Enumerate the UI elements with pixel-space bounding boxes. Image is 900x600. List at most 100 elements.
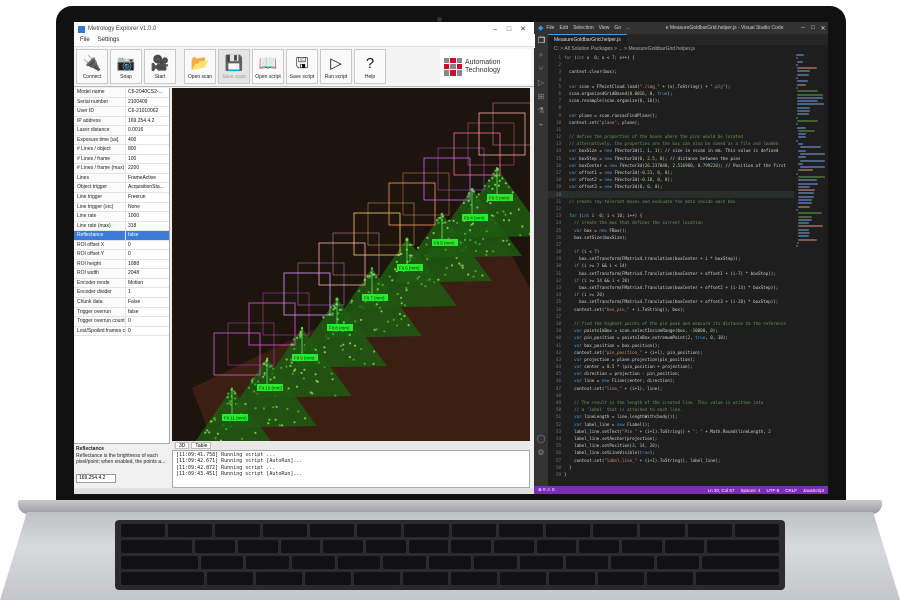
status-item[interactable]: CRLF	[785, 488, 797, 493]
property-row[interactable]: Laser distance 0.0016	[74, 126, 169, 136]
code-line[interactable]: 30 if (i >= 7 && i < 14)	[548, 262, 794, 269]
code-line[interactable]: 36 context.set("box_pin_" + i.ToString()…	[548, 306, 794, 313]
property-row[interactable]: IP address 169.254.4.2	[74, 116, 169, 127]
code-line[interactable]: 25 var box = new FBox();	[548, 227, 794, 234]
code-line[interactable]: 57 context.set("label_line_" + (i+1).ToS…	[548, 457, 794, 464]
tab-3d[interactable]: 3D	[175, 442, 190, 449]
property-row[interactable]: Line trigger (src) None	[74, 202, 169, 213]
menu-file[interactable]: File	[80, 37, 90, 45]
ip-address-field[interactable]: 169.254.4.2	[76, 474, 116, 483]
code-line[interactable]: 35 box.setTransform(FMatrix4.Translation…	[548, 298, 794, 305]
property-row[interactable]: ROI offset X0	[74, 240, 169, 251]
code-line[interactable]: 46 var line = new FLine(center, directio…	[548, 377, 794, 384]
property-value[interactable]: 1000	[126, 212, 169, 221]
connect-button[interactable]: 🔌 Connect	[76, 49, 108, 84]
property-value[interactable]: 100	[126, 155, 169, 164]
property-row[interactable]: Encoder mode Motion	[74, 278, 169, 289]
property-value[interactable]: 400	[126, 136, 169, 145]
code-line[interactable]: 56 label_line.setLineVisible(true);	[548, 449, 794, 456]
vscode-menu-item[interactable]: Go	[614, 25, 621, 31]
code-line[interactable]: 53 label_line.setText("Pin " + (i+1).ToS…	[548, 428, 794, 435]
property-row[interactable]: Serial number 2100409	[74, 97, 169, 108]
code-line[interactable]: 59}	[548, 471, 794, 478]
close-icon[interactable]: ✕	[516, 25, 530, 33]
code-line[interactable]: 55 label_line.setPosition(3, 14, 20);	[548, 442, 794, 449]
code-line[interactable]: 37	[548, 313, 794, 320]
property-row[interactable]: Line rate 1000	[74, 212, 169, 222]
property-value[interactable]: 318	[126, 222, 169, 231]
code-line[interactable]: 32 if (i >= 14 && i < 20)	[548, 277, 794, 284]
code-line[interactable]: 24 // create the box that defines the cu…	[548, 219, 794, 226]
maximize-icon[interactable]: □	[502, 26, 516, 33]
property-row[interactable]: Lost/Spoiled frames count0	[74, 326, 169, 337]
property-row[interactable]: Trigger overrun count 0	[74, 317, 169, 327]
property-row[interactable]: Encoder divider 1	[74, 288, 169, 299]
property-value[interactable]: 2200	[126, 164, 169, 173]
property-row[interactable]: User ID C6-21010062	[74, 107, 169, 117]
code-line[interactable]: 38 // find the highest points of the pin…	[548, 320, 794, 327]
extensions-icon[interactable]: ⊞	[534, 90, 548, 104]
property-value[interactable]: 0	[126, 317, 169, 326]
code-line[interactable]: 6 scan.organizedGridBased(0.0016, 0, tru…	[548, 90, 794, 97]
test-icon[interactable]: ⚗	[534, 104, 548, 118]
menu-settings[interactable]: Settings	[98, 37, 120, 45]
vscode-menu-item[interactable]: Edit	[559, 25, 568, 31]
files-icon[interactable]: ❐	[534, 34, 548, 48]
property-value[interactable]: 1088	[126, 260, 169, 269]
property-value[interactable]: 2048	[126, 269, 169, 278]
code-line[interactable]: 2	[548, 61, 794, 68]
code-line[interactable]: 34 if (i >= 20)	[548, 291, 794, 298]
code-line[interactable]: 31 box.setTransform(FMatrix4.Translation…	[548, 270, 794, 277]
property-value[interactable]: false	[126, 308, 169, 317]
minimize-icon[interactable]: –	[488, 26, 502, 33]
property-row[interactable]: Trigger overrun false	[74, 307, 169, 318]
property-row[interactable]: ROI height 1088	[74, 259, 169, 270]
code-line[interactable]: 52 var label_line = new FLabel();	[548, 421, 794, 428]
property-value[interactable]: 0	[126, 327, 169, 336]
property-value[interactable]: 2100409	[126, 98, 169, 107]
open-script-button[interactable]: 📖 Open script	[252, 49, 284, 84]
property-value[interactable]: AcquisitionSta...	[126, 183, 169, 192]
code-line[interactable]: 45 var direction = projection - pin_posi…	[548, 370, 794, 377]
code-line[interactable]: 5 var scan = FPointCloud.load("./img_" +…	[548, 83, 794, 90]
save-scan-button[interactable]: 💾 Save scan	[218, 49, 250, 84]
code-line[interactable]: 21 // create ray-tolerant boxes and eval…	[548, 198, 794, 205]
property-row[interactable]: # Lines / frame (max) 2200	[74, 164, 169, 174]
code-line[interactable]: 22	[548, 205, 794, 212]
property-value[interactable]: 0.0016	[126, 126, 169, 135]
code-line[interactable]: 23 for (int i 0; i < 10; i++) {	[548, 212, 794, 219]
property-row[interactable]: # Lines / frame 100	[74, 154, 169, 165]
property-value[interactable]: false	[126, 231, 169, 240]
property-value[interactable]: FrameActive	[126, 174, 169, 183]
property-row[interactable]: Exposure time [us] 400	[74, 135, 169, 146]
property-value[interactable]: C6-2040CS2-...	[126, 88, 169, 97]
problems-indicator[interactable]: ⊗ 0 ⚠ 0	[538, 487, 555, 493]
property-row[interactable]: Reflectance false	[74, 231, 169, 241]
code-line[interactable]: 33 box.setTransform(FMatrix4.Translation…	[548, 284, 794, 291]
property-row[interactable]: ROI offset Y0	[74, 250, 169, 260]
code-line[interactable]: 19 var offset3 = new FVector3d(0, 0, 0);	[548, 183, 794, 190]
minimap[interactable]	[796, 54, 826, 486]
code-line[interactable]: 9 var plane = scan.ransacFindPlane();	[548, 112, 794, 119]
property-value[interactable]: Freerun	[126, 193, 169, 202]
status-item[interactable]: UTF-8	[766, 488, 779, 493]
code-line[interactable]: 17 var offset1 = new FVector3d(-0.21, 0,…	[548, 169, 794, 176]
status-item[interactable]: Ln 20, Col 57	[708, 488, 735, 493]
code-line[interactable]: 10 context.set("plane", plane);	[548, 119, 794, 126]
point-cloud-canvas[interactable]: Fit 11 (mm) Fit 10 (mm) Fit 9 (mm) Fit 8 (m…	[172, 88, 530, 441]
settings-icon[interactable]: ⚙	[534, 446, 548, 460]
code-editor[interactable]: 1 for (int x 0; x < 7; x++) {2 3 context.c…	[548, 54, 794, 486]
open-scan-button[interactable]: 📂 Open scan	[184, 49, 216, 84]
code-line[interactable]: 7 scan.resample(scan.organize(0, 16));	[548, 97, 794, 104]
help-button[interactable]: ? Help	[354, 49, 386, 84]
account-icon[interactable]: ◯	[534, 432, 548, 446]
code-line[interactable]: 49 // The result is the length of the cr…	[548, 399, 794, 406]
property-value[interactable]: 1	[126, 288, 169, 297]
breadcrumb[interactable]: C: > All Solution Packages > ... > Measu…	[548, 45, 828, 54]
property-value[interactable]: C6-21010062	[126, 107, 169, 116]
property-row[interactable]: Object trigger AcquisitionSta...	[74, 183, 169, 194]
code-line[interactable]: 39 var pointsInBox = scan.selectInsideRa…	[548, 327, 794, 334]
code-line[interactable]: 44 var center = 0.5 * (pin_position + pr…	[548, 363, 794, 370]
status-item[interactable]: Spaces: 4	[740, 488, 760, 493]
snap-button[interactable]: 📷 Snap	[110, 49, 142, 84]
